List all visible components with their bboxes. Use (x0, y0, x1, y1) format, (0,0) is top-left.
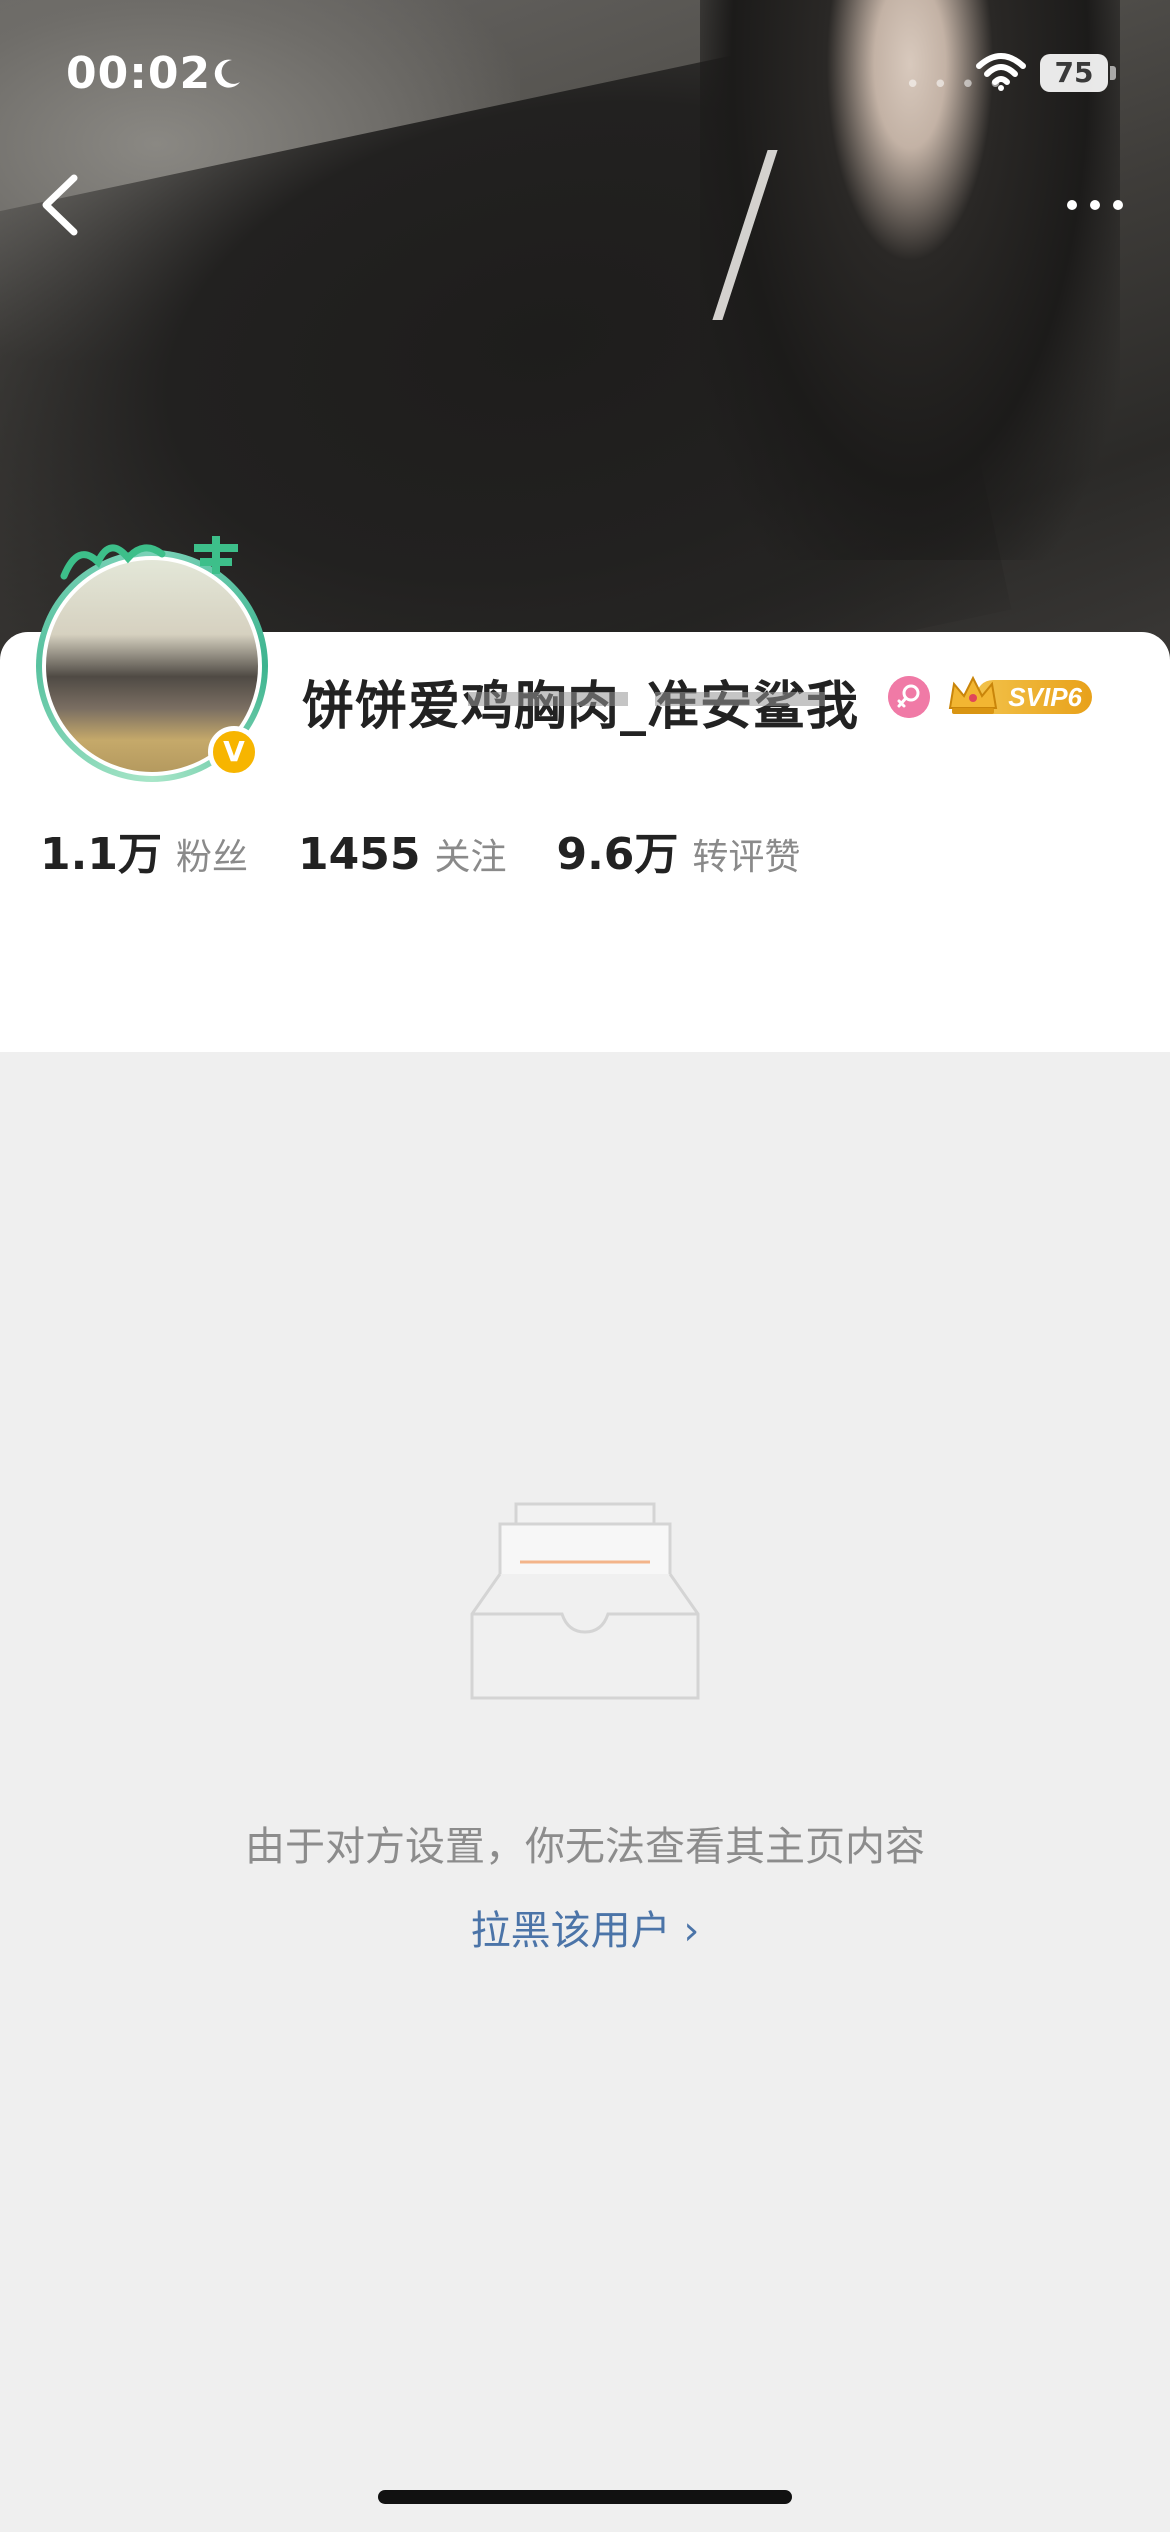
stat-fans[interactable]: 1.1万 粉丝 (40, 818, 248, 882)
female-icon (888, 676, 930, 718)
stat-label: 粉丝 (175, 837, 248, 878)
redaction-mark (468, 692, 628, 706)
stat-value: 1455 (297, 829, 421, 880)
wifi-icon (976, 53, 1026, 91)
stat-value: 9.6万 (556, 829, 679, 880)
stat-interactions[interactable]: 9.6万 转评赞 (556, 818, 800, 882)
moon-icon (214, 59, 240, 88)
stat-label: 关注 (434, 837, 507, 878)
back-icon[interactable] (30, 170, 90, 240)
battery-icon: 75 (1040, 54, 1108, 92)
stat-label: 转评赞 (692, 837, 801, 878)
verified-icon: V (208, 726, 260, 778)
more-icon[interactable] (1060, 185, 1130, 225)
avatar-decoration (60, 544, 166, 580)
home-indicator[interactable] (378, 2490, 792, 2504)
status-bar: 00:02 • • • • 75 (0, 0, 1170, 150)
stat-following[interactable]: 1455 关注 (298, 828, 506, 880)
block-user-link[interactable]: 拉黑该用户 › (0, 1898, 1170, 1956)
vip-crown-icon (948, 675, 998, 714)
empty-box-icon (470, 1502, 700, 1700)
empty-state-message: 由于对方设置，你无法查看其主页内容 (245, 1824, 925, 1870)
status-time: 00:02 (66, 48, 212, 99)
avatar[interactable]: V (36, 536, 268, 782)
vip-badge[interactable]: SVIP6 (946, 672, 1094, 718)
profile-stats: 1.1万 粉丝 1455 关注 9.6万 转评赞 (40, 818, 850, 880)
redaction-mark (655, 692, 825, 706)
stat-value: 1.1万 (40, 829, 162, 880)
battery-tip (1110, 66, 1116, 80)
avatar-decoration-2 (194, 536, 238, 574)
